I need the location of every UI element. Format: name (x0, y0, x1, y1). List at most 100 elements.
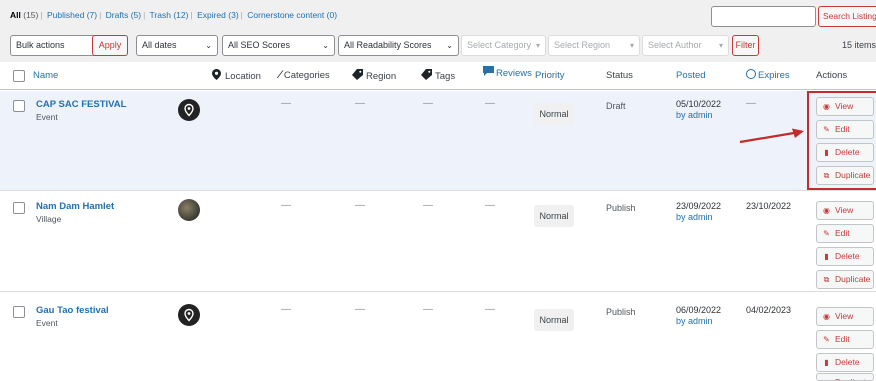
location-avatar (178, 99, 200, 121)
listing-title-link[interactable]: Nam Dam Hamlet (36, 201, 114, 212)
clock-icon (746, 69, 756, 79)
paperclip-icon: ∕ (279, 69, 281, 81)
posted-by-link[interactable]: by admin (676, 212, 721, 223)
search-input[interactable] (711, 6, 816, 27)
copy-icon: ⧉ (821, 374, 832, 380)
eye-icon: ◉ (823, 312, 830, 321)
eye-icon: ◉ (823, 206, 830, 215)
view-expired-link[interactable]: Expired (3) (197, 10, 239, 20)
tag-icon (352, 69, 363, 80)
listing-title-link[interactable]: CAP SAC FESTIVAL (36, 99, 126, 110)
copy-icon: ⧉ (823, 275, 830, 284)
duplicate-button[interactable]: ⧉Duplicate (816, 373, 874, 381)
listing-title-link[interactable]: Gau Tao festival (36, 305, 109, 316)
view-button[interactable]: ◉ View (816, 201, 874, 220)
highlight-box (807, 91, 876, 190)
reviews-cell: — (485, 200, 495, 211)
categories-cell: — (281, 200, 291, 211)
map-pin-icon (184, 308, 194, 322)
view-published-link[interactable]: Published (7) (47, 10, 97, 20)
expires-cell: 23/10/2022 (746, 201, 792, 211)
view-all-link[interactable]: All (15) (10, 10, 38, 20)
view-drafts-link[interactable]: Drafts (5) (106, 10, 141, 20)
status-cell: Publish (606, 203, 636, 213)
edit-button[interactable]: ✎ Edit (816, 224, 874, 243)
readability-select[interactable]: All Readability Scores ⌄ (338, 35, 459, 56)
map-pin-icon (184, 103, 194, 117)
row-checkbox[interactable] (13, 202, 25, 214)
trash-icon: ▮ (824, 358, 829, 367)
posted-cell: 05/10/2022 by admin (676, 99, 722, 121)
status-cell: Publish (606, 307, 636, 317)
column-tags: Tags (421, 69, 455, 82)
listing-type: Event (36, 112, 58, 122)
column-status: Status (606, 70, 633, 81)
column-categories: ∕ Categories (279, 69, 330, 81)
tag-icon (421, 69, 432, 80)
region-select[interactable]: Select Region ▾ (548, 35, 640, 56)
chevron-down-icon: ▾ (629, 41, 634, 50)
row-checkbox[interactable] (13, 100, 25, 112)
author-select[interactable]: Select Author ▾ (642, 35, 729, 56)
column-region: Region (352, 69, 396, 82)
select-all-checkbox[interactable] (13, 70, 25, 82)
column-expires[interactable]: Expires (746, 69, 790, 81)
seo-score-select[interactable]: All SEO Scores ⌄ (222, 35, 335, 56)
priority-badge: Normal (534, 309, 574, 331)
row-divider (0, 291, 876, 292)
reviews-cell: — (485, 98, 495, 109)
categories-cell: — (281, 304, 291, 315)
expires-cell: 04/02/2023 (746, 305, 792, 315)
apply-button[interactable]: Apply (92, 35, 128, 56)
tags-cell: — (423, 98, 433, 109)
region-cell: — (355, 98, 365, 109)
priority-badge: Normal (534, 103, 574, 125)
column-name[interactable]: Name (33, 70, 58, 81)
view-filter-links: All (15) | Published (7) | Drafts (5) | Tra… (10, 10, 338, 20)
edit-button[interactable]: ✎ Edit (816, 330, 874, 349)
tags-cell: — (423, 200, 433, 211)
posted-by-link[interactable]: by admin (676, 110, 721, 121)
chevron-down-icon: ⌄ (322, 41, 329, 50)
chevron-down-icon: ⌄ (205, 41, 212, 50)
location-pin-icon (212, 69, 221, 80)
dates-select[interactable]: All dates ⌄ (136, 35, 218, 56)
listing-type: Village (36, 214, 62, 224)
row-divider (0, 190, 876, 191)
location-avatar (178, 304, 200, 326)
row-checkbox[interactable] (13, 306, 25, 318)
location-photo (178, 199, 200, 221)
view-cornerstone-link[interactable]: Cornerstone content (0) (247, 10, 337, 20)
column-priority[interactable]: Priority (535, 70, 565, 81)
delete-button[interactable]: ▮ Delete (816, 247, 874, 266)
chevron-down-icon: ⌄ (446, 41, 453, 50)
chevron-down-icon: ▾ (535, 41, 540, 50)
view-trash-link[interactable]: Trash (12) (150, 10, 189, 20)
expires-cell: — (746, 98, 756, 109)
view-button[interactable]: ◉ View (816, 307, 874, 326)
search-listings-button[interactable]: Search Listings (818, 6, 876, 27)
pencil-icon: ✎ (823, 229, 830, 238)
posted-by-link[interactable]: by admin (676, 316, 721, 327)
posted-cell: 23/09/2022 by admin (676, 201, 722, 223)
delete-button[interactable]: ▮ Delete (816, 353, 874, 372)
status-cell: Draft (606, 101, 626, 111)
chevron-down-icon: ▾ (718, 41, 723, 50)
filter-button[interactable]: Filter (732, 35, 759, 56)
column-posted[interactable]: Posted (676, 70, 706, 81)
column-location: Location (212, 69, 261, 82)
categories-cell: — (281, 98, 291, 109)
tags-cell: — (423, 304, 433, 315)
region-cell: — (355, 304, 365, 315)
comment-icon (483, 66, 494, 76)
column-actions: Actions (816, 70, 848, 81)
pencil-icon: ✎ (823, 335, 830, 344)
posted-cell: 06/09/2022 by admin (676, 305, 722, 327)
reviews-cell: — (485, 304, 495, 315)
duplicate-button[interactable]: ⧉Duplicate (816, 270, 874, 289)
category-select[interactable]: Select Category ▾ (461, 35, 546, 56)
listing-type: Event (36, 318, 58, 328)
trash-icon: ▮ (824, 252, 829, 261)
column-reviews[interactable]: Reviews (483, 66, 532, 79)
arrow-annotation (739, 128, 804, 144)
